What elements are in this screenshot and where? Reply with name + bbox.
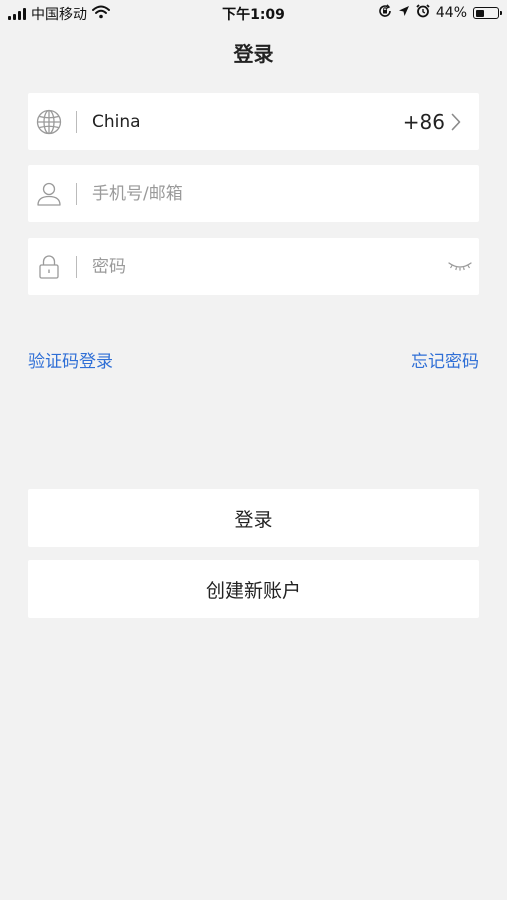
battery-level-fill xyxy=(475,9,485,17)
forgot-password-link[interactable]: 忘记密码 xyxy=(411,347,479,372)
country-selector[interactable]: China +86 xyxy=(28,93,479,150)
user-icon xyxy=(36,181,62,207)
divider xyxy=(76,255,77,278)
alarm-icon xyxy=(416,4,430,22)
password-input[interactable] xyxy=(92,256,447,277)
orientation-lock-icon xyxy=(378,4,392,22)
battery-icon xyxy=(473,7,502,19)
globe-icon xyxy=(36,109,62,135)
country-name: China xyxy=(92,111,141,132)
account-input[interactable] xyxy=(92,183,479,204)
location-icon xyxy=(398,5,410,21)
divider xyxy=(76,110,77,133)
eye-closed-icon[interactable] xyxy=(447,260,473,274)
account-field-row xyxy=(28,165,479,222)
battery-percent: 44% xyxy=(435,5,467,21)
page-title: 登录 xyxy=(233,42,274,66)
login-button[interactable]: 登录 xyxy=(28,489,479,547)
status-right: 44% xyxy=(378,4,502,22)
status-bar: 中国移动 下午1:09 44% xyxy=(0,0,507,28)
country-code: +86 xyxy=(402,109,445,134)
divider xyxy=(76,182,77,205)
create-account-button[interactable]: 创建新账户 xyxy=(28,560,479,618)
code-login-link[interactable]: 验证码登录 xyxy=(28,347,113,372)
password-field-row xyxy=(28,238,479,295)
chevron-right-icon xyxy=(451,113,461,131)
lock-icon xyxy=(36,254,62,280)
